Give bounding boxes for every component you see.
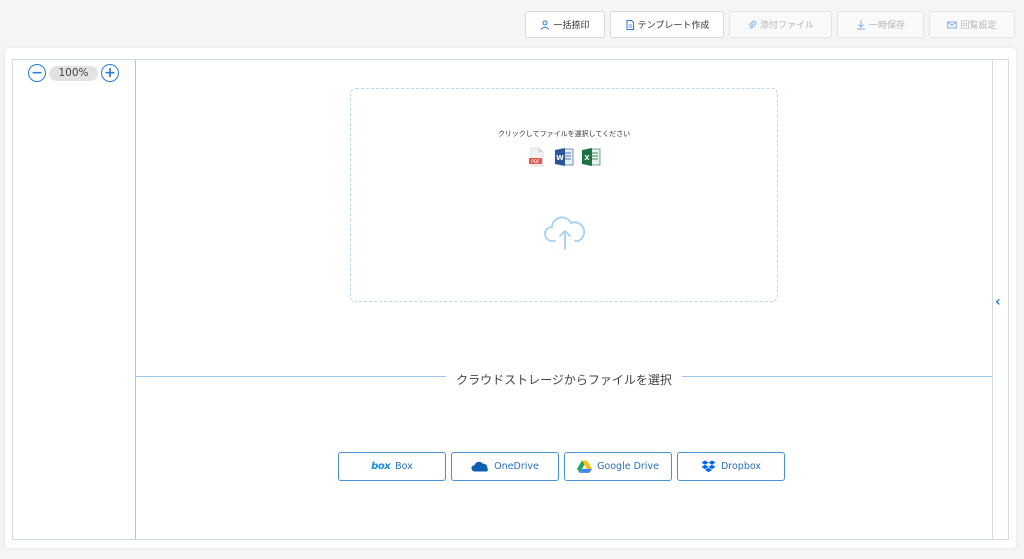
- bulk-stamp-label: 一括捺印: [553, 21, 590, 31]
- excel-icon: X: [582, 148, 601, 166]
- cloud-divider: クラウドストレージからファイルを選択: [136, 369, 992, 388]
- chevron-left-icon[interactable]: ‹: [995, 294, 1001, 310]
- zoom-level: 100%: [49, 65, 98, 81]
- box-button[interactable]: box Box: [338, 452, 446, 481]
- create-template-button[interactable]: テンプレート作成: [610, 11, 724, 38]
- word-icon: W: [555, 148, 574, 166]
- dropbox-label: Dropbox: [720, 461, 762, 472]
- zoom-in-button[interactable]: +: [101, 64, 119, 82]
- svg-text:W: W: [556, 154, 564, 162]
- user-icon: [541, 20, 550, 30]
- page-thumbnail-sidebar: − 100% +: [12, 59, 136, 540]
- cloud-upload-icon: [544, 216, 585, 250]
- cloud-divider-label: クラウドストレージからファイルを選択: [446, 373, 682, 387]
- onedrive-label: OneDrive: [494, 461, 539, 472]
- google-drive-icon: [577, 460, 592, 473]
- document-icon: [626, 19, 634, 30]
- paperclip-icon: [748, 20, 757, 29]
- attach-file-button[interactable]: 添付ファイル: [729, 11, 832, 38]
- temp-save-label: 一時保存: [868, 21, 905, 31]
- create-template-label: テンプレート作成: [637, 21, 710, 31]
- svg-text:PDF: PDF: [531, 159, 540, 165]
- cloud-storage-options: box Box OneDrive Google Drive Dropbox: [338, 452, 785, 481]
- right-sidebar-collapsed: ‹: [992, 59, 1009, 540]
- mail-icon: [947, 21, 958, 28]
- bulk-stamp-button[interactable]: 一括捺印: [525, 11, 605, 38]
- download-icon: [856, 20, 865, 29]
- supported-file-types: PDF W X: [351, 147, 777, 167]
- zoom-control: − 100% +: [28, 64, 119, 82]
- box-icon: box: [371, 461, 391, 472]
- circulation-settings-label: 回覧設定: [960, 21, 997, 31]
- onedrive-icon: [471, 461, 489, 472]
- temp-save-button[interactable]: 一時保存: [837, 11, 924, 38]
- attach-file-label: 添付ファイル: [759, 21, 814, 31]
- google-drive-label: Google Drive: [597, 461, 659, 472]
- dropbox-button[interactable]: Dropbox: [677, 452, 785, 481]
- onedrive-button[interactable]: OneDrive: [451, 452, 559, 481]
- drop-instruction: クリックしてファイルを選択してください: [497, 130, 631, 138]
- svg-text:X: X: [584, 154, 590, 162]
- zoom-out-button[interactable]: −: [28, 64, 46, 82]
- file-drop-zone[interactable]: クリックしてファイルを選択してください PDF W X: [350, 88, 778, 302]
- box-label: Box: [395, 461, 413, 472]
- pdf-icon: PDF: [529, 147, 544, 167]
- editor-panel: − 100% + クリックしてファイルを選択してください PDF W X クラウ…: [5, 48, 1016, 548]
- top-toolbar: 一括捺印 テンプレート作成 添付ファイル 一時保存 回覧設定: [525, 11, 1015, 38]
- google-drive-button[interactable]: Google Drive: [564, 452, 672, 481]
- circulation-settings-button[interactable]: 回覧設定: [929, 11, 1015, 38]
- dropbox-icon: [701, 460, 716, 473]
- document-area: クリックしてファイルを選択してください PDF W X クラウドストレージからフ…: [135, 59, 993, 540]
